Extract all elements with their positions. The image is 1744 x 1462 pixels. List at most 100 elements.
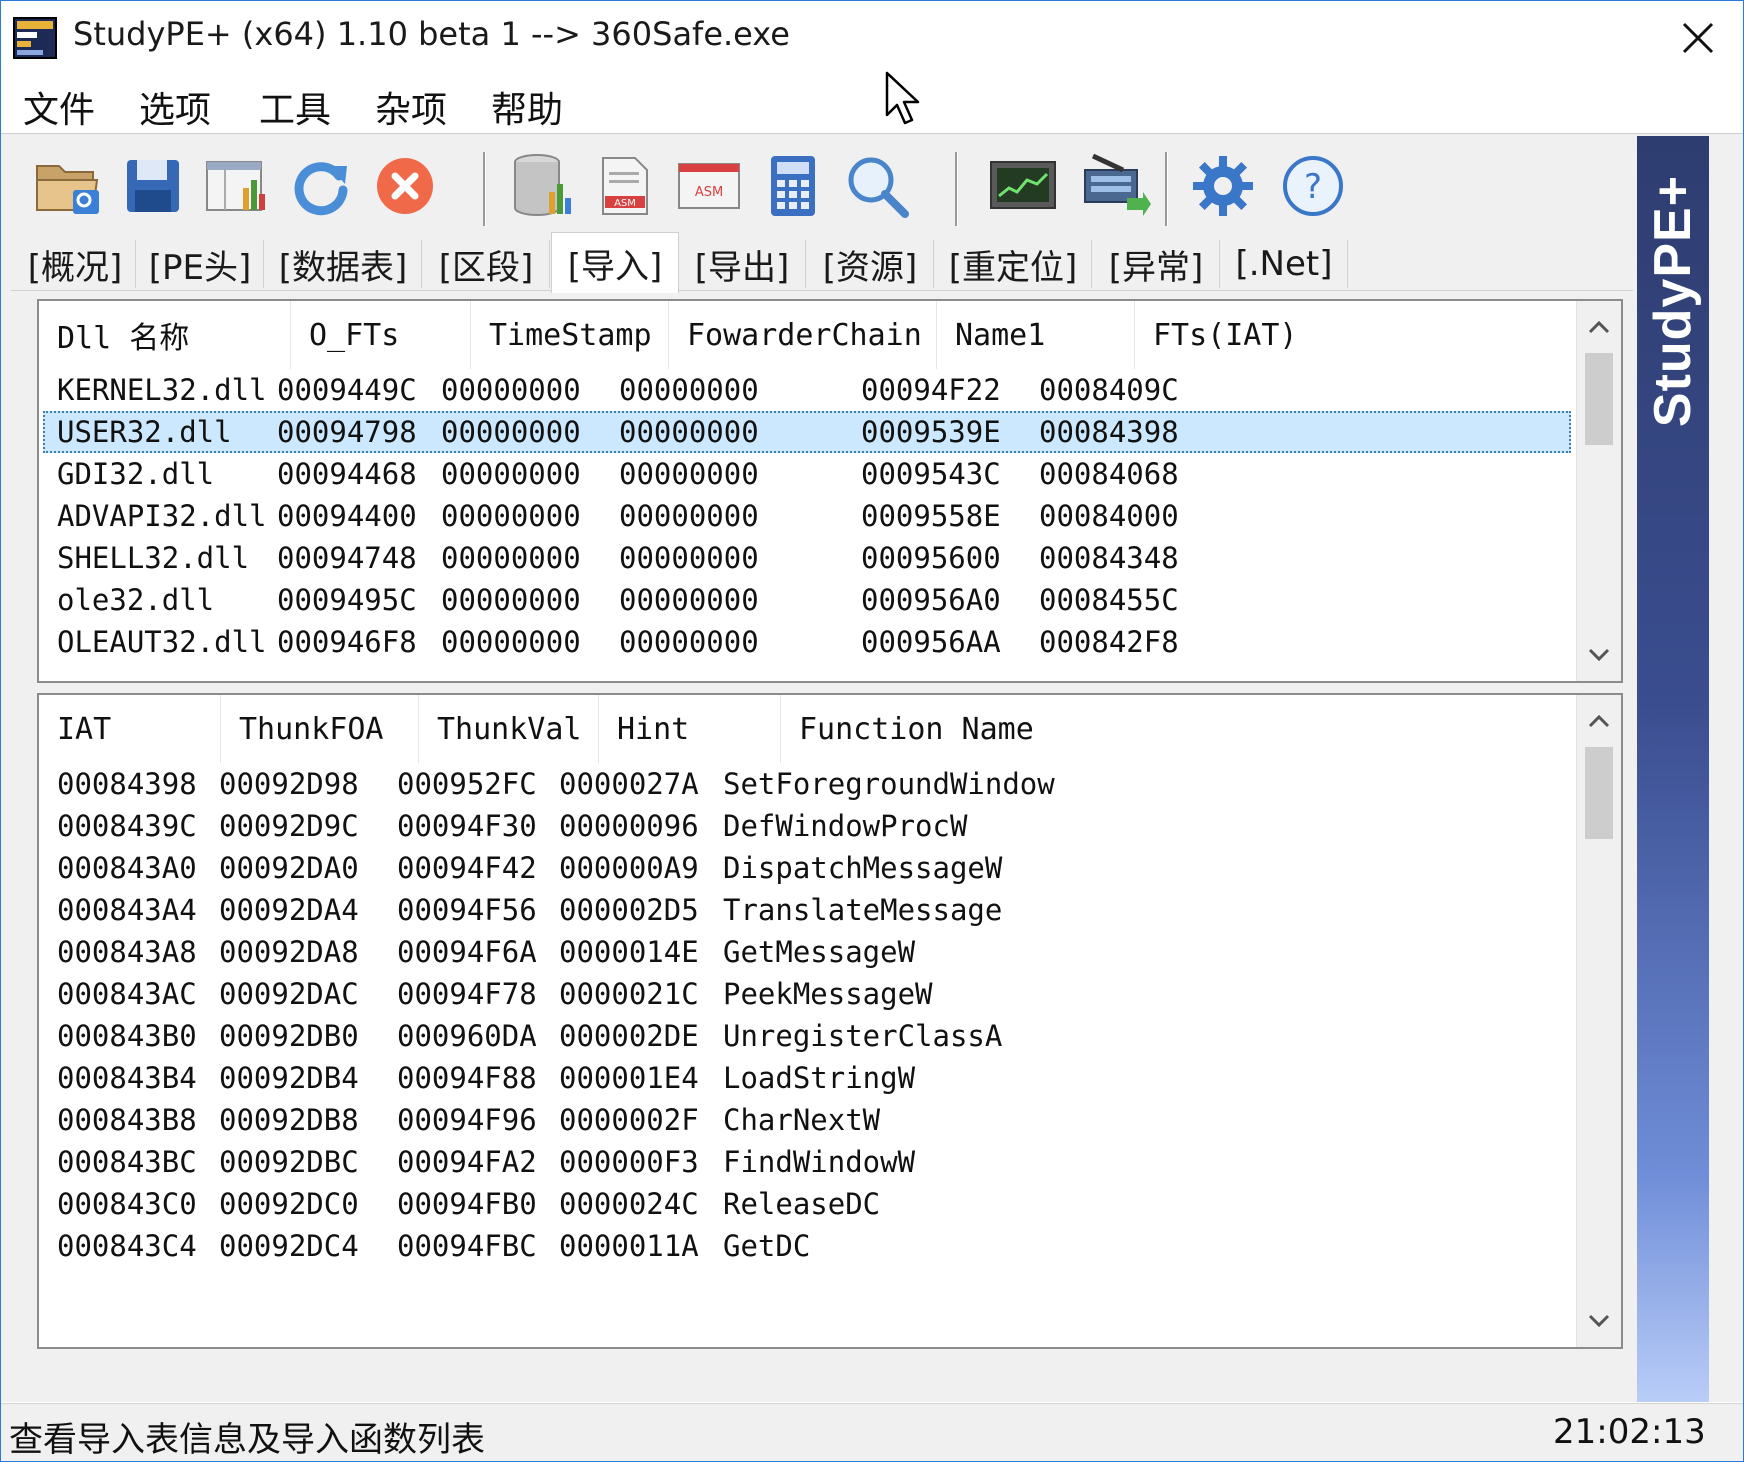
toolbar-separator (1165, 152, 1168, 226)
function-cell: 00092DBC (219, 1145, 359, 1179)
function-cell: 00094FA2 (397, 1145, 537, 1179)
column-header-name1[interactable]: Name1 (937, 301, 1135, 369)
dll-cell: 00094798 (277, 415, 417, 449)
scroll-thumb[interactable] (1585, 747, 1613, 839)
function-list-scrollbar[interactable] (1576, 695, 1621, 1347)
column-header-fts-iat[interactable]: FTs(IAT) (1135, 301, 1405, 369)
function-row[interactable]: 000843B0 00092DB0 000960DA 000002DE Unregist… (43, 1015, 1571, 1057)
save-button[interactable] (113, 146, 193, 226)
function-cell: 00000096 (559, 809, 699, 843)
function-list[interactable]: IAT ThunkFOA ThunkVal Hint Function Name… (37, 693, 1623, 1349)
tab-data-directories[interactable]: [数据表] (265, 240, 422, 288)
database-button[interactable] (501, 146, 581, 226)
scroll-up-button[interactable] (1577, 699, 1621, 743)
dll-cell: 00000000 (619, 499, 759, 533)
column-header-timestamp[interactable]: TimeStamp (471, 301, 669, 369)
menu-tools[interactable]: 工具 (255, 77, 335, 137)
tab-exports[interactable]: [导出] (679, 240, 806, 288)
tab-sections[interactable]: [区段] (423, 240, 550, 288)
function-row[interactable]: 000843AC 00092DAC 00094F78 0000021C PeekMess… (43, 973, 1571, 1015)
toolbar-separator (483, 152, 486, 226)
scroll-thumb[interactable] (1585, 353, 1613, 445)
refresh-icon (294, 162, 348, 216)
network-button[interactable] (1075, 146, 1155, 226)
asm-window-button[interactable]: ASM (669, 146, 749, 226)
function-cell: 0008439C (57, 809, 197, 843)
status-clock: 21:02:13 (1553, 1412, 1706, 1452)
tab-dotnet[interactable]: [.Net] (1221, 240, 1348, 288)
close-window-button[interactable] (1661, 9, 1735, 67)
pe-view-button[interactable] (197, 146, 277, 226)
column-header-function-name[interactable]: Function Name (781, 695, 1571, 763)
dll-cell: GDI32.dll (57, 457, 215, 491)
dll-cell: 00000000 (619, 415, 759, 449)
dll-cell: OLEAUT32.dll (57, 625, 267, 659)
tab-resources[interactable]: [资源] (807, 240, 934, 288)
column-header-oft[interactable]: O_FTs (291, 301, 471, 369)
dll-cell: SHELL32.dll (57, 541, 250, 575)
scroll-down-button[interactable] (1577, 633, 1621, 677)
function-row[interactable]: 000843C4 00092DC4 00094FBC 0000011A GetDC (43, 1225, 1571, 1267)
column-header-iat[interactable]: IAT (39, 695, 221, 763)
dll-row[interactable]: ole32.dll 0009495C 00000000 00000000 000956A… (43, 579, 1571, 621)
dll-list-scrollbar[interactable] (1576, 301, 1621, 681)
scroll-down-button[interactable] (1577, 1299, 1621, 1343)
menu-misc[interactable]: 杂项 (371, 77, 451, 137)
function-cell: 000843BC (57, 1145, 197, 1179)
monitor-icon (990, 161, 1056, 209)
network-icon (1084, 153, 1151, 216)
dll-row[interactable]: OLEAUT32.dll 000946F8 00000000 00000000 0009… (43, 621, 1571, 663)
tab-imports[interactable]: [导入] (551, 232, 679, 293)
close-file-button[interactable] (365, 146, 445, 226)
calculator-button[interactable] (753, 146, 833, 226)
menu-file[interactable]: 文件 (19, 77, 99, 137)
function-row[interactable]: 000843A4 00092DA4 00094F56 000002D5 Translat… (43, 889, 1571, 931)
dll-row[interactable]: SHELL32.dll 00094748 00000000 00000000 00095… (43, 537, 1571, 579)
dll-row[interactable]: USER32.dll 00094798 00000000 00000000 000953… (43, 411, 1571, 453)
function-cell: 000000A9 (559, 851, 699, 885)
tab-pe-header[interactable]: [PE头] (137, 240, 264, 288)
dll-row[interactable]: ADVAPI32.dll 00094400 00000000 00000000 0009… (43, 495, 1571, 537)
function-row[interactable]: 000843A8 00092DA8 00094F6A 0000014E GetMessa… (43, 931, 1571, 973)
dll-cell: ole32.dll (57, 583, 215, 617)
settings-button[interactable] (1183, 146, 1263, 226)
function-cell: 00094F6A (397, 935, 537, 969)
dll-cell: 00084398 (1039, 415, 1179, 449)
function-row[interactable]: 000843B8 00092DB8 00094F96 0000002F CharNext… (43, 1099, 1571, 1141)
column-header-thunk-val[interactable]: ThunkVal (419, 695, 599, 763)
tab-relocations[interactable]: [重定位] (935, 240, 1092, 288)
refresh-button[interactable] (281, 146, 361, 226)
function-cell: 000843B4 (57, 1061, 197, 1095)
function-row[interactable]: 000843A0 00092DA0 00094F42 000000A9 Dispatch… (43, 847, 1571, 889)
function-cell: 00094F30 (397, 809, 537, 843)
column-header-dll-name[interactable]: Dll 名称 (39, 301, 291, 369)
tab-exceptions[interactable]: [异常] (1093, 240, 1220, 288)
function-cell: 000843C0 (57, 1187, 197, 1221)
function-cell: 00092DA0 (219, 851, 359, 885)
open-file-button[interactable] (29, 146, 109, 226)
dll-row[interactable]: KERNEL32.dll 0009449C 00000000 00000000 0009… (43, 369, 1571, 411)
app-window: StudyPE+ (x64) 1.10 beta 1 --> 360Safe.e… (0, 0, 1744, 1462)
help-button[interactable]: ? (1273, 146, 1353, 226)
function-row[interactable]: 000843BC 00092DBC 00094FA2 000000F3 FindWind… (43, 1141, 1571, 1183)
menu-options[interactable]: 选项 (135, 77, 215, 137)
column-header-thunk-foa[interactable]: ThunkFOA (221, 695, 419, 763)
tab-overview[interactable]: [概况] (15, 240, 136, 288)
dll-list[interactable]: Dll 名称 O_FTs TimeStamp FowarderChain Nam… (37, 299, 1623, 683)
search-button[interactable] (837, 146, 917, 226)
function-row[interactable]: 000843C0 00092DC0 00094FB0 0000024C ReleaseD… (43, 1183, 1571, 1225)
scroll-up-button[interactable] (1577, 305, 1621, 349)
column-header-hint[interactable]: Hint (599, 695, 781, 763)
column-header-forwarder-chain[interactable]: FowarderChain (669, 301, 937, 369)
function-row[interactable]: 0008439C 00092D9C 00094F30 00000096 DefWindo… (43, 805, 1571, 847)
asm-file-button[interactable]: ASM (585, 146, 665, 226)
settings-gear-icon (1193, 156, 1253, 216)
svg-text:ASM: ASM (614, 198, 636, 209)
function-row[interactable]: 00084398 00092D98 000952FC 0000027A SetForeg… (43, 763, 1571, 805)
dll-cell: 00084000 (1039, 499, 1179, 533)
dll-row[interactable]: GDI32.dll 00094468 00000000 00000000 0009543… (43, 453, 1571, 495)
menu-help[interactable]: 帮助 (487, 77, 567, 137)
monitor-button[interactable] (983, 146, 1063, 226)
function-cell: UnregisterClassA (723, 1019, 1003, 1053)
function-row[interactable]: 000843B4 00092DB4 00094F88 000001E4 LoadStri… (43, 1057, 1571, 1099)
